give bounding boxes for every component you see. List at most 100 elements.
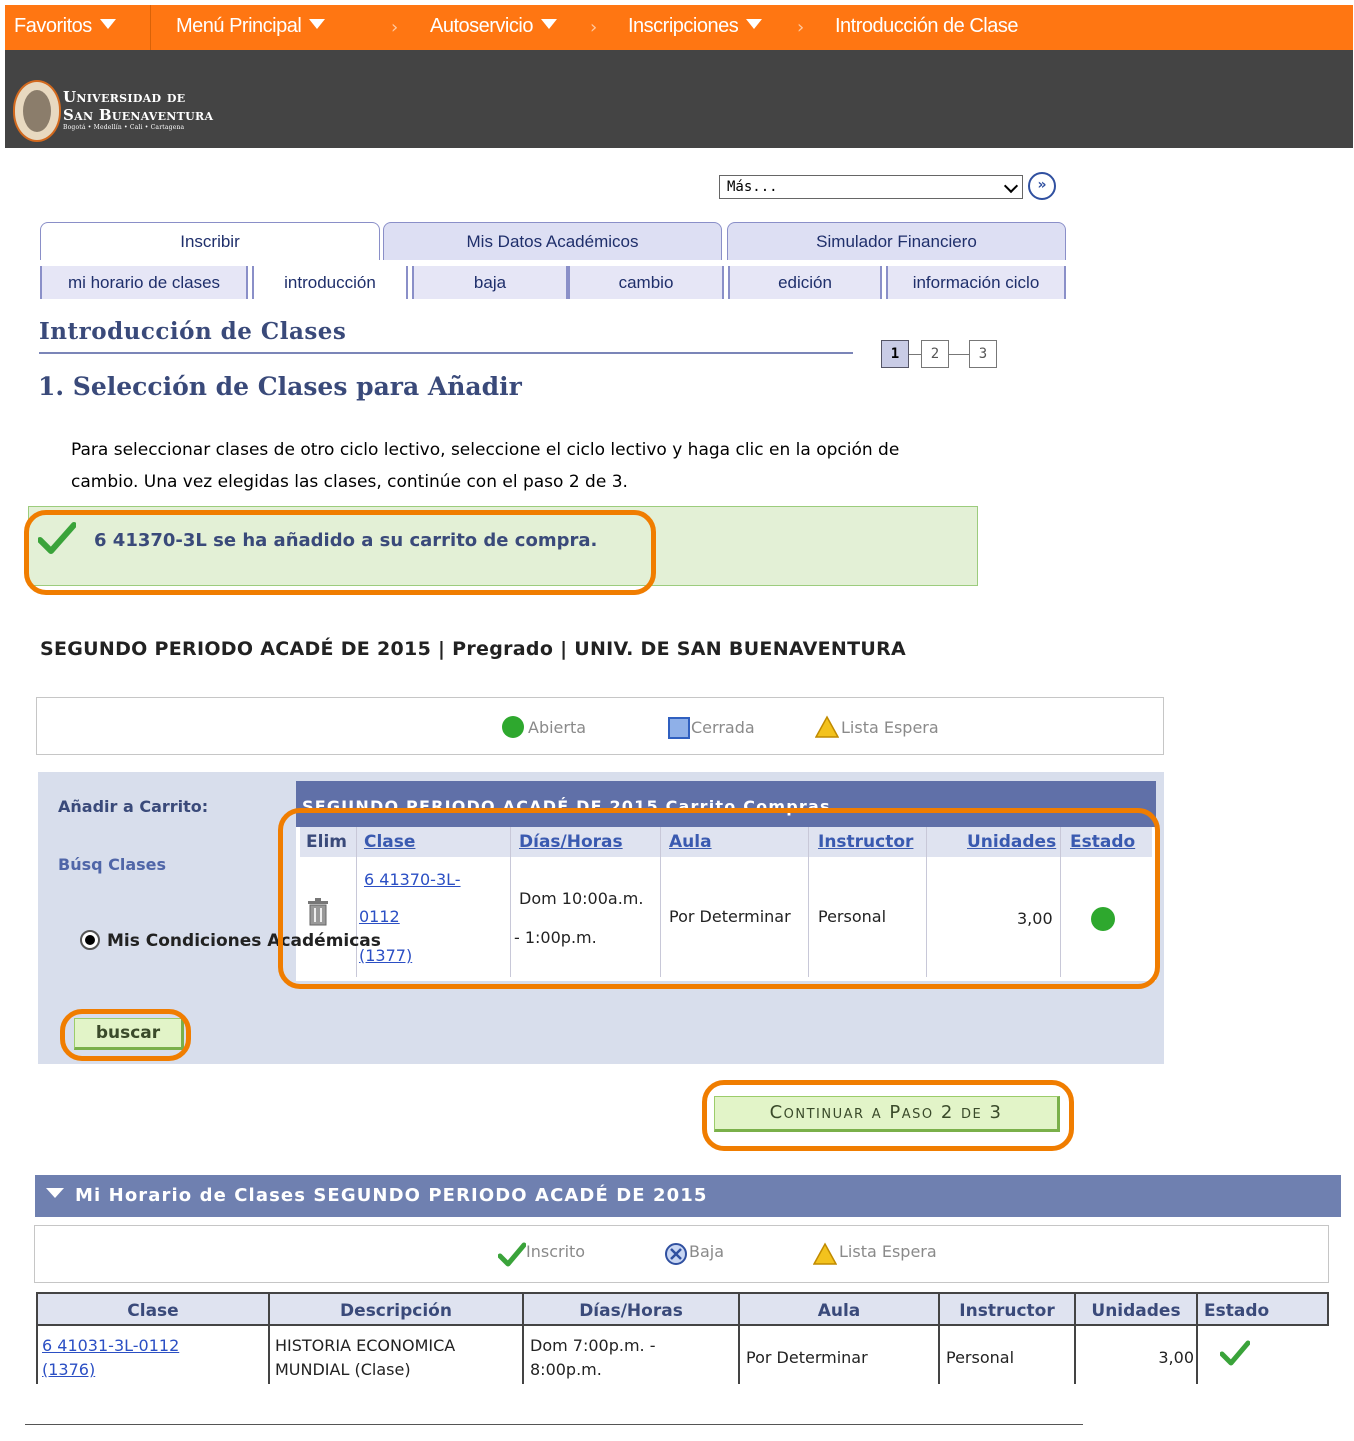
chevron-down-icon xyxy=(746,19,763,29)
sched-cell-aula: Por Determinar xyxy=(740,1326,940,1384)
col-unidades[interactable]: Unidades xyxy=(967,827,1056,857)
sched-days-line-1: Dom 7:00p.m. - xyxy=(530,1336,656,1355)
shopping-cart-title-text: SEGUNDO PERIODO ACADÉ DE 2015 Carrito Co… xyxy=(302,797,831,816)
sched-col-instructor: Instructor xyxy=(940,1292,1076,1326)
nav-inscripciones-label: Inscripciones xyxy=(628,15,739,37)
cart-class-link-section[interactable]: 0112 xyxy=(359,907,400,926)
subtab-edicion[interactable]: edición xyxy=(728,266,882,299)
sched-cell-instructor: Personal xyxy=(940,1326,1076,1384)
title-divider xyxy=(39,352,853,354)
logo-line-1: Universidad de xyxy=(63,88,186,106)
subtab-cambio[interactable]: cambio xyxy=(568,266,724,299)
chevron-down-icon xyxy=(309,19,326,29)
logo-line-3: Bogotá • Medellín • Cali • Cartagena xyxy=(63,124,185,131)
waitlist-warning-icon xyxy=(813,1242,837,1265)
nav-divider xyxy=(150,5,151,50)
buscar-button[interactable]: buscar xyxy=(74,1018,184,1050)
sched-unidades: 3,00 xyxy=(1158,1348,1194,1367)
mis-condiciones-label: Mis Condiciones Académicas xyxy=(107,931,381,951)
col-divider xyxy=(808,827,809,977)
step-3: 3 xyxy=(969,340,997,368)
sched-class-link[interactable]: 6 41031-3L-0112 xyxy=(42,1336,179,1355)
nav-autoservicio[interactable]: Autoservicio xyxy=(430,5,557,50)
col-estado[interactable]: Estado xyxy=(1070,827,1135,857)
chevron-down-icon xyxy=(99,19,116,29)
cart-table-header: Elim Clase Días/Horas Aula Instructor Un… xyxy=(300,827,1152,857)
cart-class-link[interactable]: 6 41370-3L- xyxy=(364,870,461,889)
mas-select-value: Más... xyxy=(727,179,778,195)
tab-simulador-financiero[interactable]: Simulador Financiero xyxy=(727,222,1066,260)
university-header: Universidad de San Buenaventura Bogotá •… xyxy=(5,50,1353,148)
collapse-triangle-icon[interactable] xyxy=(46,1188,64,1198)
legend-baja: Baja xyxy=(689,1242,725,1261)
logo-line-2: San Buenaventura xyxy=(63,106,214,124)
cart-instructor: Personal xyxy=(818,907,887,926)
bottom-divider xyxy=(25,1424,1083,1425)
term-info: SEGUNDO PERIODO ACADÉ DE 2015 | Pregrado… xyxy=(40,638,907,660)
schedule-header[interactable]: Mi Horario de Clases SEGUNDO PERIODO ACA… xyxy=(35,1175,1341,1217)
enrolled-check-icon xyxy=(498,1242,526,1267)
page-title: Introducción de Clases xyxy=(39,318,347,345)
sched-col-unidades: Unidades xyxy=(1076,1292,1198,1326)
nav-autoservicio-label: Autoservicio xyxy=(430,15,533,37)
continuar-paso-2-button[interactable]: Continuar a Paso 2 de 3 xyxy=(714,1096,1060,1132)
chevron-down-icon xyxy=(1003,178,1019,194)
cart-aula: Por Determinar xyxy=(669,907,791,926)
mis-condiciones-radio[interactable] xyxy=(80,930,100,950)
nav-introduccion-clase[interactable]: Introducción de Clase xyxy=(835,5,1018,50)
sched-cell-estado xyxy=(1198,1326,1329,1384)
step-2: 2 xyxy=(921,340,949,368)
university-logo[interactable]: Universidad de San Buenaventura Bogotá •… xyxy=(63,88,213,132)
sched-col-dias: Días/Horas xyxy=(524,1292,740,1326)
success-message-text: 6 41370-3L se ha añadido a su carrito de… xyxy=(94,530,598,551)
col-aula[interactable]: Aula xyxy=(669,827,712,857)
tab-mis-datos-academicos[interactable]: Mis Datos Académicos xyxy=(383,222,722,260)
col-divider xyxy=(356,827,357,977)
tab-inscribir[interactable]: Inscribir xyxy=(40,222,380,260)
enrolled-check-icon xyxy=(1220,1340,1250,1366)
cart-unidades: 3,00 xyxy=(1017,909,1053,928)
col-divider xyxy=(510,827,511,977)
legend-cerrada: Cerrada xyxy=(691,718,755,737)
nav-menu-principal-label: Menú Principal xyxy=(176,15,302,37)
shopping-cart-title: SEGUNDO PERIODO ACADÉ DE 2015 Carrito Co… xyxy=(296,781,1156,827)
top-navigation-bar: Favoritos Menú Principal › Autoservicio … xyxy=(5,5,1353,50)
university-seal-icon xyxy=(13,80,61,142)
sched-days-line-2: 8:00p.m. xyxy=(530,1360,602,1379)
sched-desc-line-1: HISTORIA ECONOMICA xyxy=(275,1336,456,1355)
mas-select[interactable]: Más... xyxy=(719,175,1023,199)
sched-cell-descripcion: HISTORIA ECONOMICA MUNDIAL (Clase) xyxy=(270,1326,524,1384)
nav-inscripciones[interactable]: Inscripciones xyxy=(628,5,763,50)
breadcrumb-separator-icon: › xyxy=(590,17,598,38)
nav-favoritos[interactable]: Favoritos xyxy=(14,5,116,50)
subtab-mi-horario[interactable]: mi horario de clases xyxy=(40,266,248,299)
subtab-bar: mi horario de clases introducción baja c… xyxy=(40,266,1066,299)
col-elim: Elim xyxy=(306,832,347,852)
sched-aula: Por Determinar xyxy=(746,1348,868,1367)
col-instructor[interactable]: Instructor xyxy=(818,827,913,857)
legend-lista-espera: Lista Espera xyxy=(841,718,939,737)
breadcrumb-separator-icon: › xyxy=(391,17,399,38)
col-divider xyxy=(660,827,661,977)
sched-desc-line-2: MUNDIAL (Clase) xyxy=(275,1360,411,1379)
open-status-icon xyxy=(502,716,524,738)
waitlist-warning-icon xyxy=(815,715,839,738)
sched-cell-dias: Dom 7:00p.m. - 8:00p.m. xyxy=(524,1326,740,1384)
check-icon xyxy=(38,522,76,554)
instructions-text: Para seleccionar clases de otro ciclo le… xyxy=(71,440,900,492)
subtab-baja[interactable]: baja xyxy=(412,266,568,299)
sched-cell-clase: 6 41031-3L-0112 (1376) xyxy=(36,1326,270,1384)
col-dias-horas[interactable]: Días/Horas xyxy=(519,827,623,857)
step-connector xyxy=(909,354,921,355)
dropped-x-icon xyxy=(665,1243,687,1265)
col-clase[interactable]: Clase xyxy=(364,827,415,857)
trash-icon[interactable] xyxy=(306,898,330,926)
open-status-icon xyxy=(1091,907,1115,931)
col-divider xyxy=(926,827,927,977)
subtab-informacion-ciclo[interactable]: información ciclo xyxy=(886,266,1066,299)
subtab-introduccion[interactable]: introducción xyxy=(252,266,408,299)
cart-days-line-2: - 1:00p.m. xyxy=(514,928,597,947)
nav-menu-principal[interactable]: Menú Principal xyxy=(176,5,326,50)
go-button[interactable]: » xyxy=(1028,172,1056,200)
sched-class-id-link[interactable]: (1376) xyxy=(42,1360,95,1379)
